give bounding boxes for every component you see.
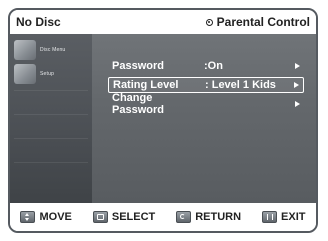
disc-menu-icon [14,40,36,60]
return-hint: RETURN [176,211,241,223]
disc-status-text: No Disc [16,15,61,29]
move-arrows-icon [20,211,36,223]
menu-item-change-password[interactable]: Change Password [108,92,304,116]
sidebar-divider [14,114,88,115]
menu-item-value: : Level 1 Kids [205,79,276,91]
sidebar-divider [14,90,88,91]
menu-header: No Disc Parental Control [10,10,316,34]
select-button-icon [92,211,108,223]
setup-icon [14,64,36,84]
return-icon [176,211,192,223]
menu-title-text: Parental Control [216,15,310,29]
button-guide-footer: MOVE SELECT RETURN EXIT [10,203,316,231]
sidebar-item-setup[interactable]: Setup [14,62,92,86]
menu-item-password[interactable]: Password :On [108,58,304,74]
exit-label: EXIT [281,211,306,223]
parental-control-icon [205,18,213,26]
return-label: RETURN [195,211,242,223]
sidebar-item-label: Disc Menu [40,47,66,53]
arrow-right-icon [295,101,300,107]
sidebar-item-label: Setup [40,71,55,77]
select-hint: SELECT [92,211,156,223]
menu-title: Parental Control [205,15,310,29]
menu-item-label: Rating Level [113,79,179,91]
sidebar-divider [14,138,88,139]
exit-hint: EXIT [262,211,306,223]
move-hint: MOVE [20,211,72,223]
arrow-right-icon [295,63,300,69]
menu-item-value: :On [204,60,223,72]
select-label: SELECT [111,211,156,223]
menu-body: Disc Menu Setup Password :On Rating Leve… [10,34,316,203]
sidebar-divider [14,162,88,163]
menu-item-label: Change Password [112,92,164,116]
osd-menu-window: No Disc Parental Control Disc Menu Setup… [8,8,318,233]
sidebar-item-disc-menu[interactable]: Disc Menu [14,38,92,62]
arrow-right-icon [294,82,299,88]
exit-icon [262,211,278,223]
sidebar: Disc Menu Setup [10,34,92,203]
menu-panel: Password :On Rating Level : Level 1 Kids… [92,34,316,203]
menu-item-label: Password [112,60,164,72]
menu-item-rating-level[interactable]: Rating Level : Level 1 Kids [108,77,304,93]
move-label: MOVE [39,211,72,223]
